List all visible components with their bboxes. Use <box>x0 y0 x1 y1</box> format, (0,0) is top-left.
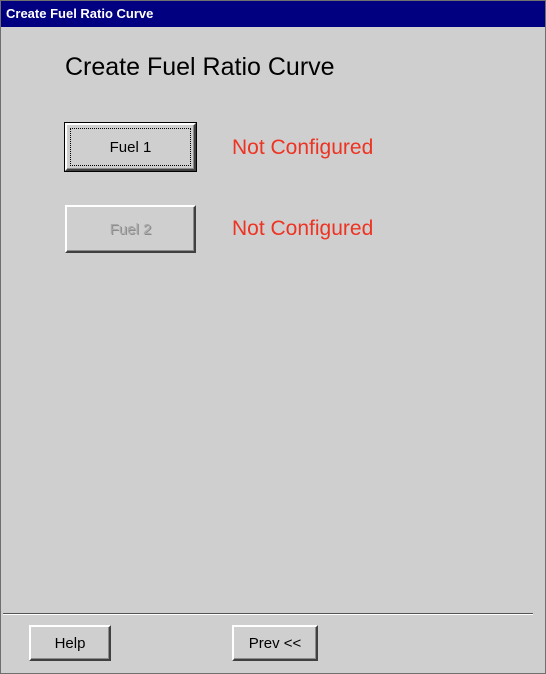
fuel-2-status: Not Configured <box>232 217 374 240</box>
fuel-1-button-label: Fuel 1 <box>109 138 152 156</box>
page-title: Create Fuel Ratio Curve <box>65 53 335 81</box>
fuel-2-button-label: Fuel 2 <box>109 220 152 238</box>
help-button-label: Help <box>54 634 86 652</box>
dialog-window: Create Fuel Ratio Curve Create Fuel Rati… <box>0 0 546 674</box>
prev-button[interactable]: Prev << <box>232 625 318 661</box>
fuel-1-button[interactable]: Fuel 1 <box>64 122 197 172</box>
prev-button-label: Prev << <box>248 634 302 652</box>
fuel-2-button[interactable]: Fuel 2 <box>65 205 196 253</box>
footer-divider <box>3 613 533 615</box>
fuel-1-status: Not Configured <box>232 136 374 159</box>
window-title: Create Fuel Ratio Curve <box>1 1 545 27</box>
help-button[interactable]: Help <box>29 625 111 661</box>
